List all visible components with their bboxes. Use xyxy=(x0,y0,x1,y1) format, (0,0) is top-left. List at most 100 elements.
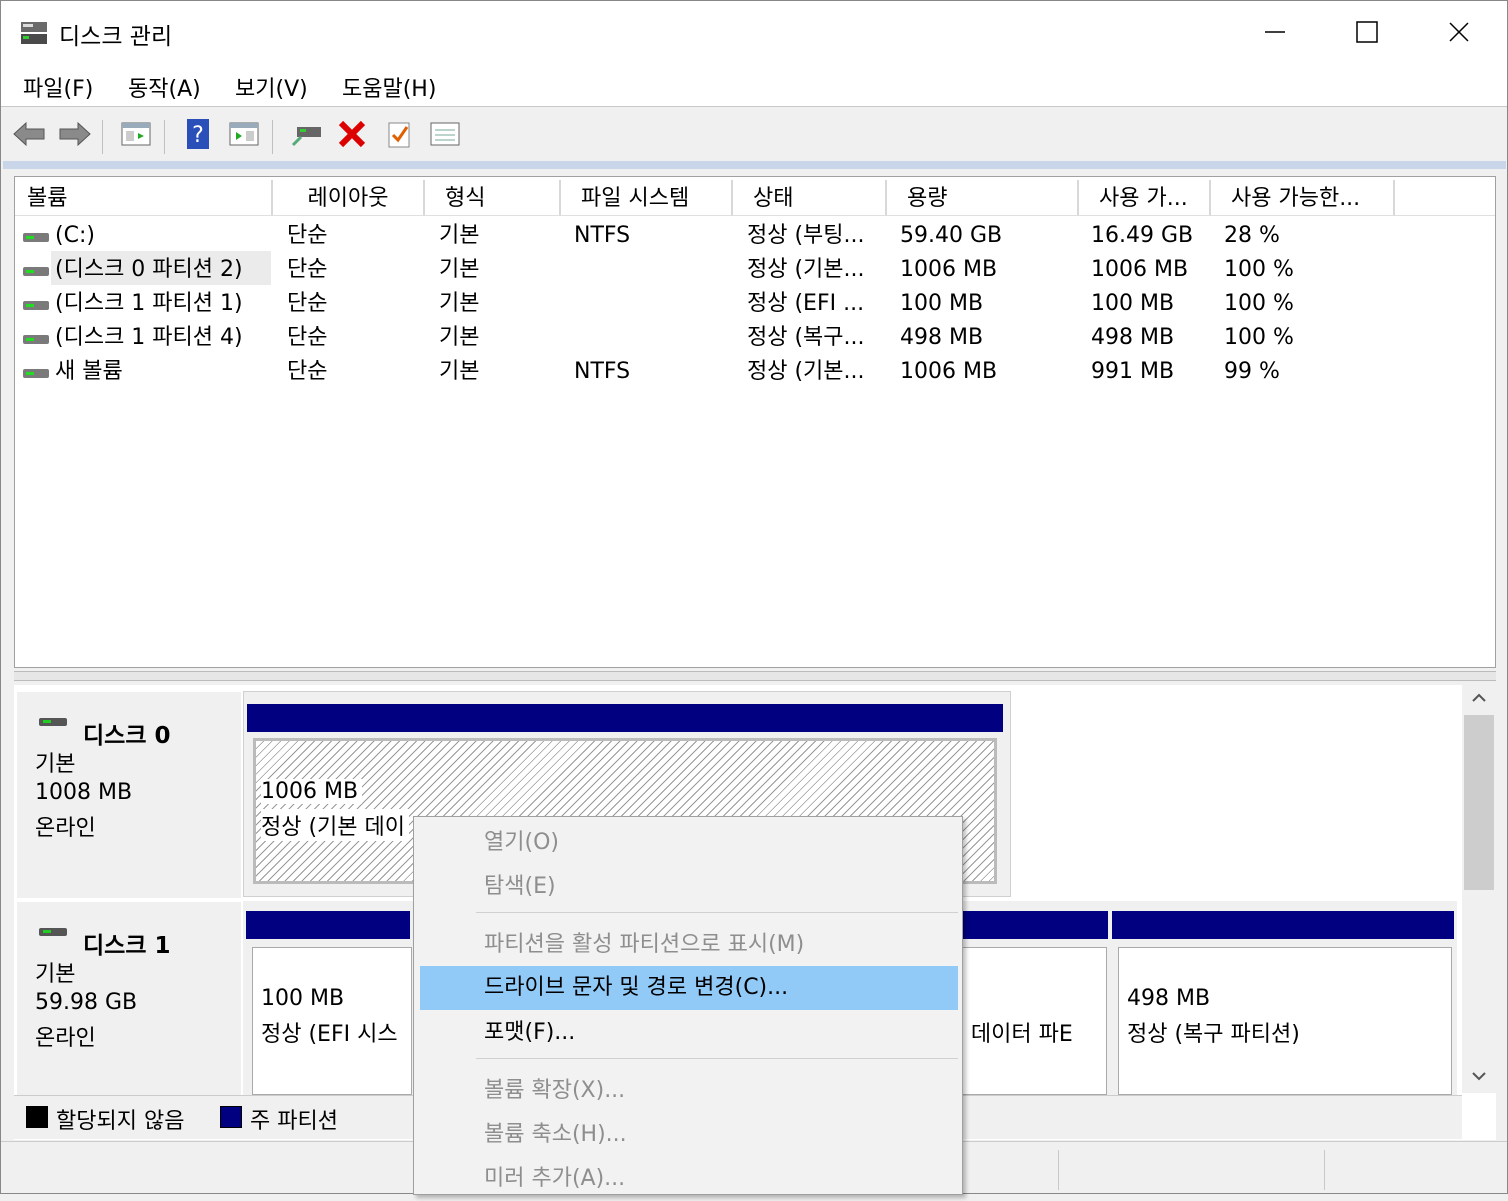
cell-percent: 28 % xyxy=(1224,223,1280,248)
back-button[interactable] xyxy=(11,117,47,151)
menu-item-change-drive-letter[interactable]: 드라이브 문자 및 경로 변경(C)... xyxy=(420,966,958,1010)
partition-status: 정상 (복구 파티션) xyxy=(1127,1016,1304,1048)
volume-icon xyxy=(23,335,49,344)
delete-button[interactable] xyxy=(334,117,370,151)
column-header-filesystem[interactable]: 파일 시스템 xyxy=(561,180,733,216)
disk-state: 온라인 xyxy=(35,1026,96,1051)
connect-drive-icon xyxy=(291,127,321,147)
properties-button[interactable] xyxy=(427,117,463,151)
cell-capacity: 498 MB xyxy=(900,325,984,350)
cell-percent: 99 % xyxy=(1224,359,1280,384)
minimize-icon xyxy=(1265,31,1285,33)
vertical-scrollbar[interactable] xyxy=(1462,685,1496,1093)
volume-list: 볼륨 레이아웃 형식 파일 시스템 상태 용량 사용 가... 사용 가능한..… xyxy=(14,176,1496,668)
volume-icon xyxy=(23,301,49,310)
partition-size: 1006 MB xyxy=(261,779,363,804)
menu-item-format[interactable]: 포맷(F)... xyxy=(420,1011,958,1055)
svg-text:?: ? xyxy=(192,123,204,148)
cell-volume: (디스크 1 파티션 1) xyxy=(55,291,243,316)
show-pane-button[interactable] xyxy=(226,117,262,151)
maximize-button[interactable] xyxy=(1321,1,1413,63)
cell-layout: 단순 xyxy=(287,325,328,350)
legend-primary-swatch xyxy=(220,1106,242,1128)
scroll-down-icon[interactable] xyxy=(1471,1071,1487,1083)
cell-status: 정상 (기본... xyxy=(747,257,865,282)
maximize-icon xyxy=(1356,21,1378,43)
cell-filesystem: NTFS xyxy=(574,359,631,384)
disk-size: 59.98 GB xyxy=(35,990,138,1015)
cell-capacity: 1006 MB xyxy=(900,257,998,282)
cell-status: 정상 (부팅... xyxy=(747,223,865,248)
forward-button[interactable] xyxy=(57,117,93,151)
disk-name: 디스크 1 xyxy=(83,933,171,959)
menu-item-shrink-volume[interactable]: 볼륨 축소(H)... xyxy=(420,1113,958,1157)
partition-status: 정상 (기본 데이 xyxy=(261,809,410,841)
menu-view[interactable]: 보기(V) xyxy=(235,71,308,103)
pane-splitter[interactable] xyxy=(14,671,1496,681)
primary-partition-bar xyxy=(247,704,1003,732)
disk-size: 1008 MB xyxy=(35,780,133,805)
legend-primary-label: 주 파티션 xyxy=(250,1109,338,1134)
disk-1-partition-1[interactable]: 100 MB 정상 (EFI 시스 xyxy=(252,947,412,1095)
scrollbar-thumb[interactable] xyxy=(1464,715,1494,890)
disk-icon xyxy=(39,928,67,936)
disk-1-label[interactable]: 디스크 1 기본 59.98 GB 온라인 xyxy=(16,901,242,1101)
cell-capacity: 100 MB xyxy=(900,291,984,316)
menu-action[interactable]: 동작(A) xyxy=(128,71,201,103)
column-header-type[interactable]: 형식 xyxy=(425,180,561,216)
column-header-volume[interactable]: 볼륨 xyxy=(15,180,273,216)
column-header-status[interactable]: 상태 xyxy=(733,180,887,216)
help-button[interactable]: ? xyxy=(180,117,216,151)
properties-icon xyxy=(430,122,460,146)
cell-type: 기본 xyxy=(439,257,480,282)
cell-free: 991 MB xyxy=(1091,359,1175,384)
partition-status: - 데이터 파E xyxy=(956,1016,1077,1048)
close-button[interactable] xyxy=(1413,1,1505,63)
column-header-free-space[interactable]: 사용 가... xyxy=(1079,180,1211,216)
cell-status: 정상 (EFI ... xyxy=(747,291,865,316)
cell-percent: 100 % xyxy=(1224,325,1294,350)
primary-partition-bar xyxy=(1112,911,1454,939)
cell-free: 16.49 GB xyxy=(1091,223,1194,248)
cell-capacity: 1006 MB xyxy=(900,359,998,384)
cell-status: 정상 (복구... xyxy=(747,325,865,350)
toolbar: ? xyxy=(1,108,1507,158)
cell-type: 기본 xyxy=(439,325,480,350)
help-icon: ? xyxy=(187,119,209,149)
column-header-capacity[interactable]: 용량 xyxy=(887,180,1079,216)
column-header-empty xyxy=(1395,180,1495,216)
cell-free: 100 MB xyxy=(1091,291,1175,316)
menu-item-add-mirror[interactable]: 미러 추가(A)... xyxy=(420,1157,958,1201)
disk-management-app-icon xyxy=(21,22,47,44)
window-title: 디스크 관리 xyxy=(59,24,173,50)
column-header-layout[interactable]: 레이아웃 xyxy=(273,180,425,216)
disk-0-label[interactable]: 디스크 0 기본 1008 MB 온라인 xyxy=(16,691,242,899)
menu-item-explore[interactable]: 탐색(E) xyxy=(420,865,958,909)
check-button[interactable] xyxy=(381,117,417,151)
menu-file[interactable]: 파일(F) xyxy=(23,71,93,103)
cell-filesystem: NTFS xyxy=(574,223,631,248)
partition-status: 정상 (EFI 시스 xyxy=(261,1016,402,1048)
disk-state: 온라인 xyxy=(35,816,96,841)
cell-layout: 단순 xyxy=(287,257,328,282)
menu-help[interactable]: 도움말(H) xyxy=(342,71,436,103)
minimize-button[interactable] xyxy=(1229,1,1321,63)
disk-1-partition-4[interactable]: 498 MB 정상 (복구 파티션) xyxy=(1118,947,1452,1095)
menu-item-extend-volume[interactable]: 볼륨 확장(X)... xyxy=(420,1069,958,1113)
cell-layout: 단순 xyxy=(287,291,328,316)
console-tree-icon xyxy=(121,122,151,146)
connect-drive-button[interactable] xyxy=(288,117,324,151)
context-menu: 열기(O) 탐색(E) 파티션을 활성 파티션으로 표시(M) 드라이브 문자 … xyxy=(413,816,963,1195)
cell-type: 기본 xyxy=(439,359,480,384)
title-bar: 디스크 관리 xyxy=(1,1,1507,63)
disk-icon xyxy=(39,718,67,726)
back-arrow-icon xyxy=(13,121,45,147)
column-header-percent-free[interactable]: 사용 가능한... xyxy=(1211,180,1395,216)
menu-item-mark-active[interactable]: 파티션을 활성 파티션으로 표시(M) xyxy=(420,923,958,967)
cell-volume: (디스크 0 파티션 2) xyxy=(55,257,243,282)
console-tree-button[interactable] xyxy=(118,117,154,151)
primary-partition-bar xyxy=(246,911,410,939)
scroll-up-icon[interactable] xyxy=(1471,691,1487,703)
menu-item-open[interactable]: 열기(O) xyxy=(420,821,958,865)
partition-size: 100 MB xyxy=(261,986,349,1011)
